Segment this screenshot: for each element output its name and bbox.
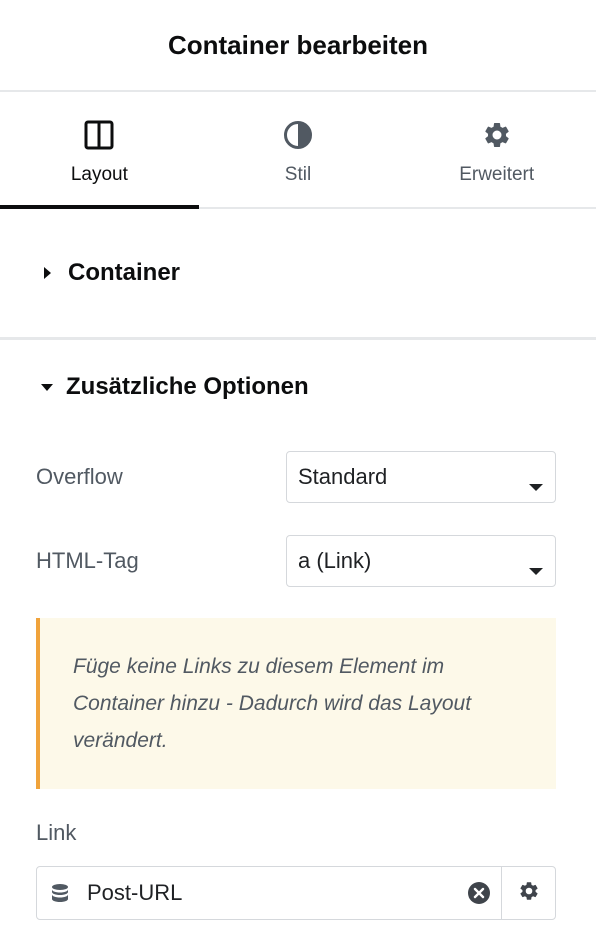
notice-text: Füge keine Links zu diesem Element im Co…	[73, 655, 472, 752]
html-tag-value: a (Link)	[298, 548, 372, 573]
gear-icon	[518, 880, 540, 907]
link-field: Post-URL	[36, 866, 556, 920]
gear-icon	[481, 119, 513, 151]
database-icon	[51, 883, 69, 903]
tab-layout-label: Layout	[70, 164, 128, 185]
chevron-down-icon	[529, 472, 543, 491]
tab-bar: Layout Stil Erweitert	[0, 92, 596, 209]
section-extra-toggle[interactable]: Zusätzliche Optionen	[0, 340, 596, 434]
link-value: Post-URL	[87, 880, 183, 905]
link-dynamic-tag[interactable]: Post-URL	[37, 867, 501, 919]
overflow-value: Standard	[298, 464, 388, 489]
contrast-icon	[282, 119, 314, 151]
html-tag-select[interactable]: a (Link)	[286, 535, 556, 587]
section-extra-options: Zusätzliche Optionen Overflow Standard H…	[0, 340, 596, 920]
section-extra-title: Zusätzliche Optionen	[66, 373, 309, 400]
panel-header: Container bearbeiten	[0, 0, 596, 92]
tab-style-label: Stil	[284, 164, 312, 185]
tab-style[interactable]: Stil	[199, 92, 398, 207]
chevron-down-icon	[529, 556, 543, 575]
overflow-label: Overflow	[36, 464, 123, 489]
caret-right-icon	[40, 266, 54, 280]
columns-icon	[83, 119, 115, 151]
section-container-toggle[interactable]: Container	[0, 209, 596, 337]
section-container: Container	[0, 209, 596, 340]
html-tag-control: HTML-Tag a (Link)	[0, 535, 596, 587]
tab-advanced[interactable]: Erweitert	[397, 92, 596, 207]
link-warning-notice: Füge keine Links zu diesem Element im Co…	[36, 618, 556, 789]
tab-advanced-label: Erweitert	[459, 164, 535, 185]
html-tag-label: HTML-Tag	[36, 548, 139, 573]
link-label: Link	[36, 820, 77, 845]
clear-icon[interactable]	[467, 881, 491, 905]
panel-title: Container bearbeiten	[167, 29, 429, 60]
caret-down-icon	[40, 380, 54, 394]
overflow-select[interactable]: Standard	[286, 451, 556, 503]
section-container-title: Container	[68, 259, 181, 286]
link-settings-button[interactable]	[501, 867, 555, 919]
overflow-control: Overflow Standard	[0, 451, 596, 503]
tab-layout[interactable]: Layout	[0, 92, 199, 209]
